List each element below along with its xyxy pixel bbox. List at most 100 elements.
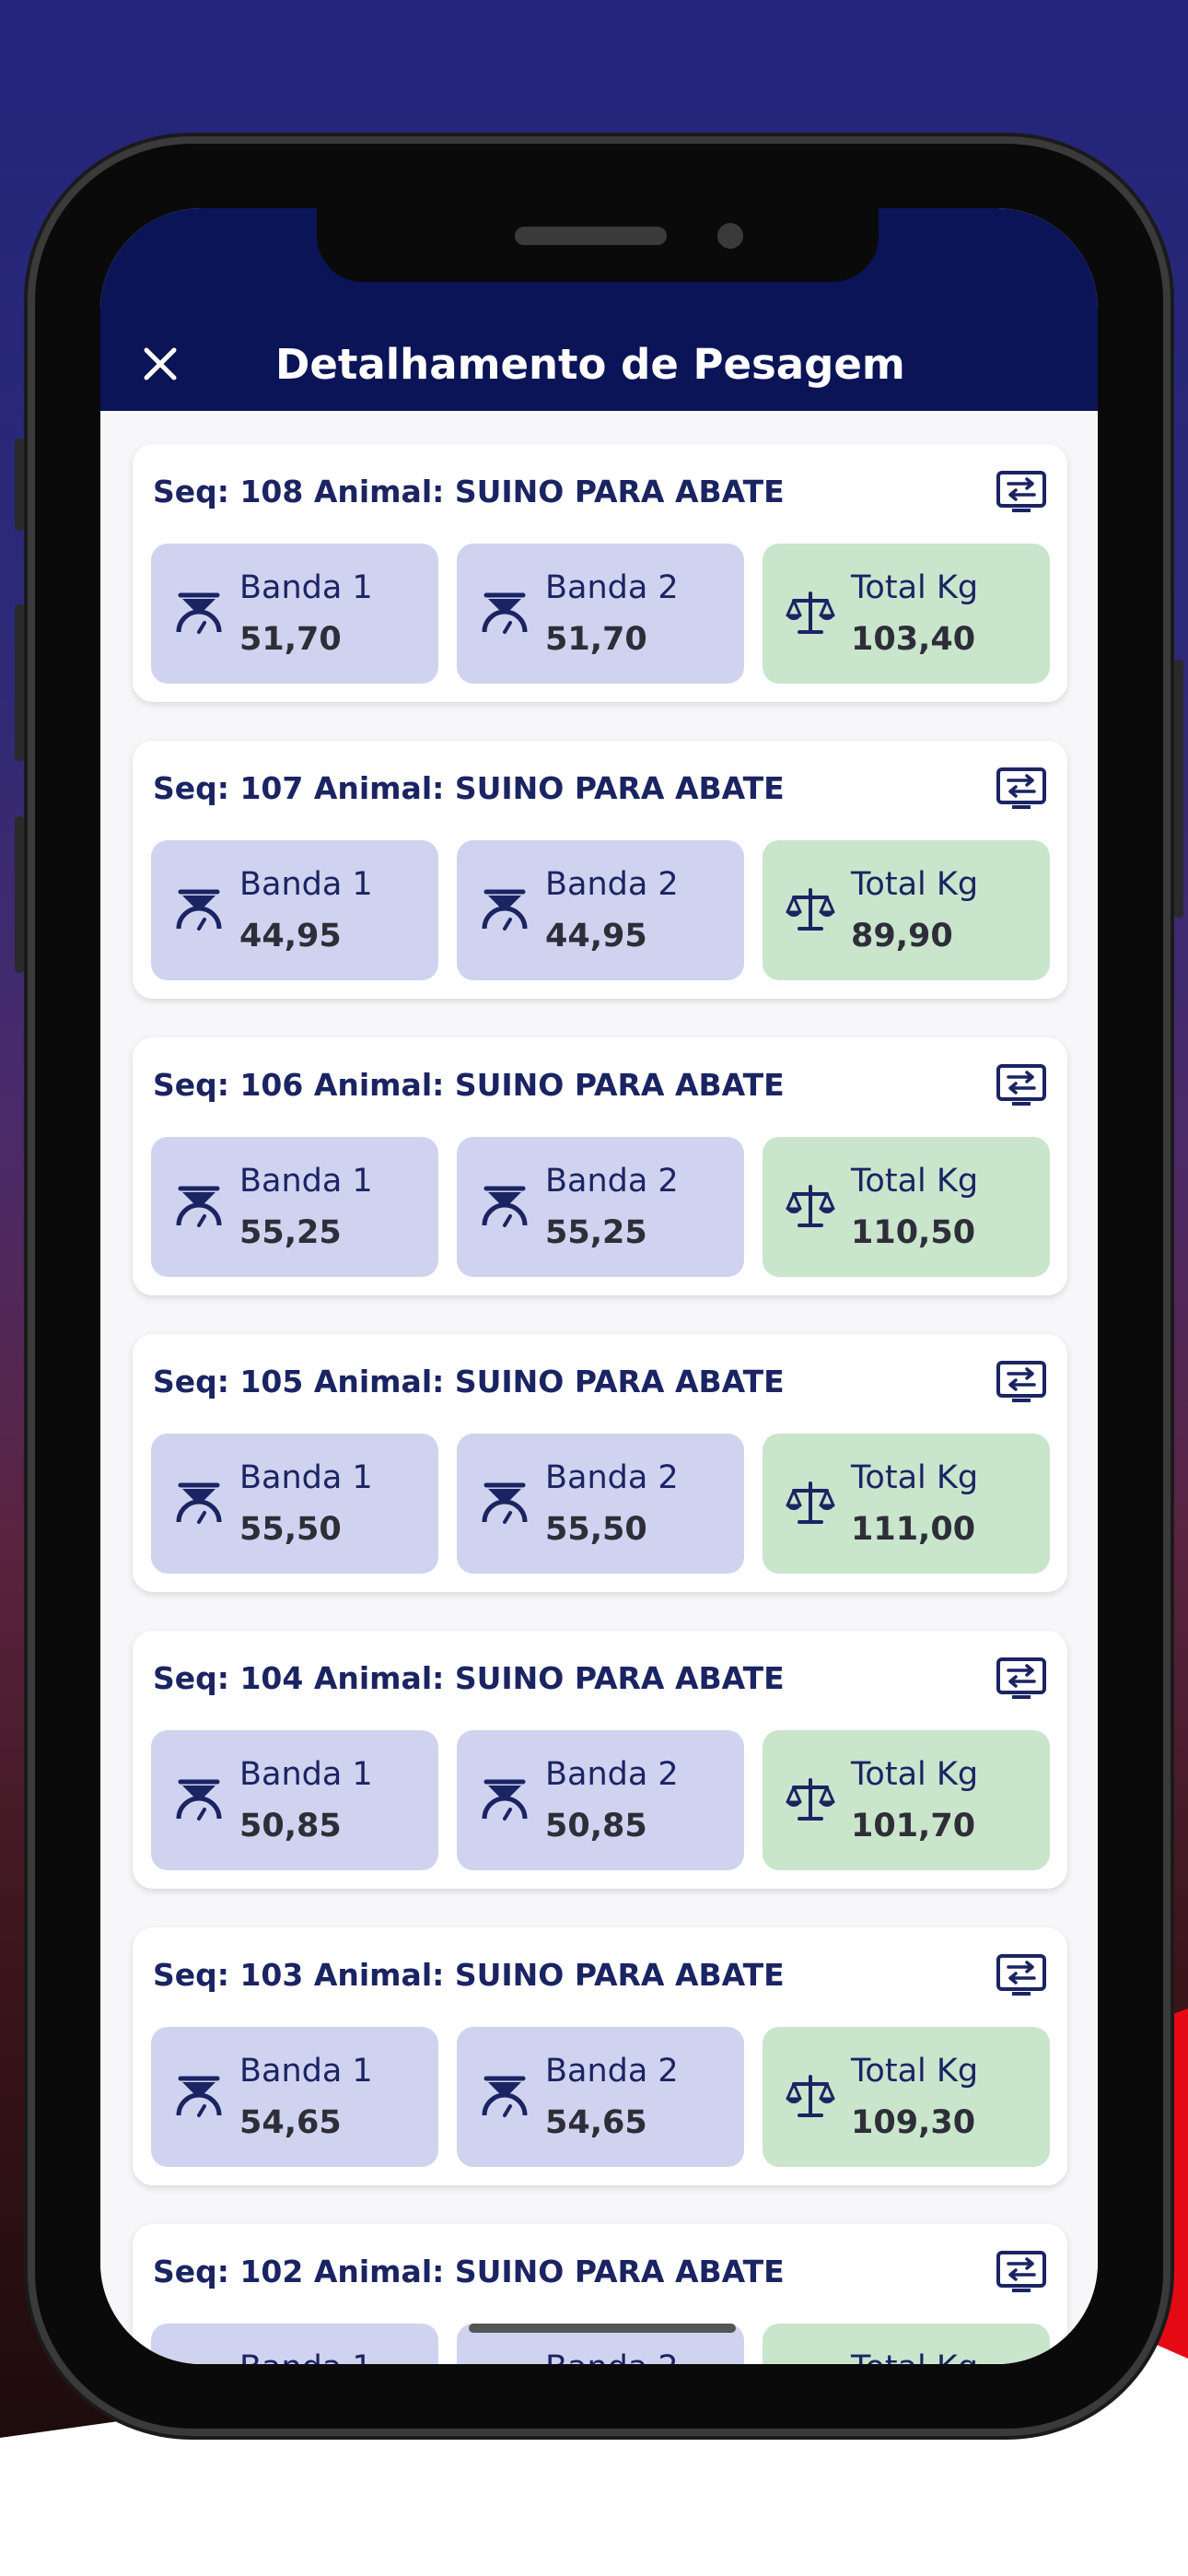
balance-scale-icon bbox=[786, 2075, 835, 2117]
card-title: Seq: 104 Animal: SUINO PARA ABATE bbox=[153, 1660, 785, 1696]
compare-transfer-icon bbox=[996, 471, 1046, 512]
balance-scale-icon bbox=[786, 888, 835, 931]
compare-transfer-icon bbox=[996, 2251, 1046, 2292]
banda2-value: 55,50 bbox=[545, 1511, 647, 1548]
balance-scale-icon bbox=[786, 1481, 835, 1524]
card-action-button[interactable] bbox=[996, 470, 1047, 516]
banda2-value: 54,65 bbox=[545, 2104, 647, 2141]
banda2-value: 50,85 bbox=[545, 1808, 647, 1844]
scale-hanging-icon bbox=[176, 889, 222, 931]
banda1-label: Banda 1 bbox=[239, 569, 373, 606]
card-action-button[interactable] bbox=[996, 1360, 1047, 1406]
scale-hanging-icon bbox=[176, 592, 222, 634]
scale-hanging-icon bbox=[482, 1779, 528, 1821]
card-action-button[interactable] bbox=[996, 767, 1047, 813]
app-screen: Detalhamento de Pesagem Seq: 108 Animal:… bbox=[100, 208, 1098, 2364]
card-title: Seq: 105 Animal: SUINO PARA ABATE bbox=[153, 1364, 785, 1399]
phone-side-button bbox=[15, 439, 24, 531]
total-label: Total Kg bbox=[851, 866, 979, 903]
total-value: 109,30 bbox=[851, 2104, 976, 2141]
speaker bbox=[515, 227, 667, 245]
banda1-value: 55,50 bbox=[239, 1511, 342, 1548]
card-title: Seq: 107 Animal: SUINO PARA ABATE bbox=[153, 770, 785, 806]
banda1-value: 50,85 bbox=[239, 1808, 342, 1844]
scale-hanging-icon bbox=[176, 2076, 222, 2117]
card-action-button[interactable] bbox=[996, 1953, 1047, 1999]
total-tile: Total Kg 101,70 bbox=[763, 1730, 1050, 1870]
weighing-card[interactable]: Seq: 102 Animal: SUINO PARA ABATE Banda … bbox=[133, 2224, 1067, 2364]
banda1-label: Banda 1 bbox=[239, 1459, 373, 1496]
banda2-label: Banda 2 bbox=[545, 1756, 679, 1793]
total-label: Total Kg bbox=[851, 2349, 978, 2364]
total-tile: Total Kg bbox=[763, 2324, 1050, 2364]
scale-hanging-icon bbox=[176, 1779, 222, 1821]
total-label: Total Kg bbox=[851, 1756, 979, 1793]
scale-hanging-icon bbox=[482, 889, 528, 931]
compare-transfer-icon bbox=[996, 1361, 1046, 1402]
phone-frame: Detalhamento de Pesagem Seq: 108 Animal:… bbox=[15, 144, 1183, 2429]
banda2-label: Banda 2 bbox=[545, 1459, 679, 1496]
scale-hanging-icon bbox=[482, 2076, 528, 2117]
app-bar: Detalhamento de Pesagem bbox=[100, 319, 1098, 411]
page-title: Detalhamento de Pesagem bbox=[275, 340, 905, 389]
banda2-label: Banda 2 bbox=[545, 2053, 679, 2090]
card-title: Seq: 102 Animal: SUINO PARA ABATE bbox=[153, 2254, 785, 2289]
weighing-card[interactable]: Seq: 106 Animal: SUINO PARA ABATE Banda … bbox=[133, 1037, 1067, 1295]
banda2-tile: Banda 2 50,85 bbox=[457, 1730, 744, 1870]
weighing-card[interactable]: Seq: 103 Animal: SUINO PARA ABATE Banda … bbox=[133, 1927, 1067, 2185]
banda2-label: Banda 2 bbox=[545, 2349, 679, 2364]
phone-side-button bbox=[1174, 660, 1183, 918]
total-label: Total Kg bbox=[851, 569, 979, 606]
card-action-button[interactable] bbox=[996, 1063, 1047, 1109]
scale-hanging-icon bbox=[482, 1482, 528, 1524]
weighing-card[interactable]: Seq: 104 Animal: SUINO PARA ABATE Banda … bbox=[133, 1631, 1067, 1889]
total-tile: Total Kg 109,30 bbox=[763, 2027, 1050, 2167]
phone-side-button bbox=[15, 604, 24, 761]
banda1-label: Banda 1 bbox=[239, 1163, 373, 1200]
total-value: 103,40 bbox=[851, 621, 976, 658]
compare-transfer-icon bbox=[996, 1064, 1046, 1106]
card-action-button[interactable] bbox=[996, 1657, 1047, 1703]
total-value: 111,00 bbox=[851, 1511, 976, 1548]
home-indicator[interactable] bbox=[469, 2324, 736, 2333]
banda2-tile: Banda 2 51,70 bbox=[457, 544, 744, 684]
balance-scale-icon bbox=[786, 1778, 835, 1821]
banda1-value: 44,95 bbox=[239, 918, 342, 954]
balance-scale-icon bbox=[786, 591, 835, 634]
total-value: 89,90 bbox=[851, 918, 953, 954]
total-value: 110,50 bbox=[851, 1214, 976, 1251]
banda1-tile: Banda 1 55,25 bbox=[151, 1137, 438, 1277]
total-value: 101,70 bbox=[851, 1808, 976, 1844]
total-tile: Total Kg 103,40 bbox=[763, 544, 1050, 684]
phone-side-button bbox=[15, 816, 24, 973]
total-label: Total Kg bbox=[851, 2053, 979, 2090]
weighing-card[interactable]: Seq: 105 Animal: SUINO PARA ABATE Banda … bbox=[133, 1334, 1067, 1592]
card-title: Seq: 103 Animal: SUINO PARA ABATE bbox=[153, 1957, 785, 1993]
close-button[interactable] bbox=[137, 341, 183, 387]
banda1-tile: Banda 1 50,85 bbox=[151, 1730, 438, 1870]
banda2-value: 44,95 bbox=[545, 918, 647, 954]
banda1-tile: Banda 1 54,65 bbox=[151, 2027, 438, 2167]
banda1-value: 54,65 bbox=[239, 2104, 342, 2141]
banda1-tile: Banda 1 bbox=[151, 2324, 438, 2364]
scale-hanging-icon bbox=[482, 592, 528, 634]
compare-transfer-icon bbox=[996, 1954, 1046, 1996]
weighing-card[interactable]: Seq: 108 Animal: SUINO PARA ABATE Banda … bbox=[133, 444, 1067, 702]
front-camera bbox=[717, 223, 743, 249]
weighing-card[interactable]: Seq: 107 Animal: SUINO PARA ABATE Banda … bbox=[133, 741, 1067, 999]
total-label: Total Kg bbox=[851, 1163, 979, 1200]
scale-hanging-icon bbox=[176, 1186, 222, 1227]
total-tile: Total Kg 111,00 bbox=[763, 1434, 1050, 1574]
banda1-value: 51,70 bbox=[239, 621, 342, 658]
total-label: Total Kg bbox=[851, 1459, 979, 1496]
banda2-label: Banda 2 bbox=[545, 866, 679, 903]
notch bbox=[317, 208, 879, 282]
banda2-label: Banda 2 bbox=[545, 1163, 679, 1200]
weighing-list[interactable]: Seq: 108 Animal: SUINO PARA ABATE Banda … bbox=[100, 411, 1098, 2364]
scale-hanging-icon bbox=[176, 1482, 222, 1524]
card-action-button[interactable] bbox=[996, 2250, 1047, 2296]
banda2-label: Banda 2 bbox=[545, 569, 679, 606]
total-tile: Total Kg 89,90 bbox=[763, 840, 1050, 980]
banda1-label: Banda 1 bbox=[239, 866, 373, 903]
banda2-tile: Banda 2 55,25 bbox=[457, 1137, 744, 1277]
